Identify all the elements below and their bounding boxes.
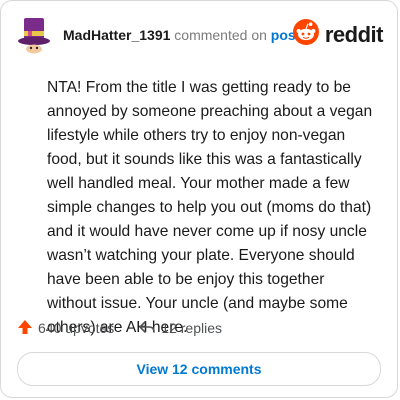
upvote-arrow-icon bbox=[17, 319, 33, 338]
reddit-snoo-icon bbox=[292, 19, 319, 50]
view-comments-button[interactable]: View 12 comments bbox=[17, 352, 381, 386]
commented-on-text: commented on bbox=[170, 27, 271, 43]
username-link[interactable]: MadHatter_1391 bbox=[63, 27, 170, 43]
upvote-button[interactable]: 640 upvotes bbox=[17, 319, 114, 338]
reply-arrow-icon bbox=[138, 319, 156, 338]
comment-actions: 640 upvotes 12 replies bbox=[17, 317, 381, 339]
upvote-count: 640 upvotes bbox=[38, 320, 115, 336]
comment-body: NTA! From the title I was getting ready … bbox=[47, 79, 373, 336]
reply-count: 12 replies bbox=[161, 320, 222, 336]
reddit-brand[interactable]: reddit bbox=[292, 19, 384, 50]
replies-button[interactable]: 12 replies bbox=[138, 319, 222, 338]
comment-header: MadHatter_1391 commented on post reddit bbox=[17, 15, 384, 55]
mad-hatter-avatar-icon[interactable] bbox=[17, 16, 51, 54]
comment-meta: MadHatter_1391 commented on post bbox=[63, 26, 300, 44]
comment-card: MadHatter_1391 commented on post reddit … bbox=[0, 0, 398, 398]
reddit-wordmark: reddit bbox=[324, 21, 384, 47]
